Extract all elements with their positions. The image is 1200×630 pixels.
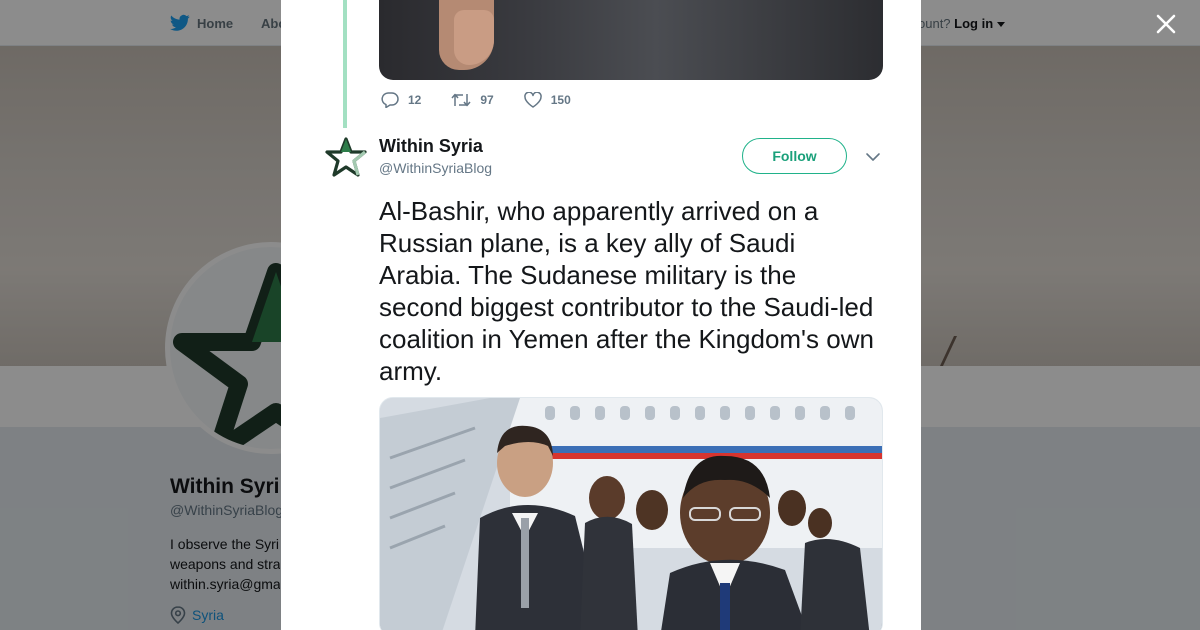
reply-button[interactable]: 12 — [381, 92, 421, 108]
tweet-photo[interactable] — [379, 397, 883, 630]
reply-icon — [381, 92, 399, 108]
previous-tweet-actions: 12 97 150 — [381, 92, 571, 108]
photo-illustration — [380, 398, 882, 630]
tweet-author-avatar[interactable] — [324, 135, 368, 179]
close-button[interactable] — [1152, 10, 1180, 38]
tweet-text: Al-Bashir, who apparently arrived on a R… — [379, 196, 874, 386]
retweet-count: 97 — [480, 93, 494, 107]
tweet-options-button[interactable] — [865, 149, 881, 165]
retweet-button[interactable]: 97 — [451, 92, 494, 108]
like-icon — [523, 92, 542, 108]
like-count: 150 — [550, 93, 571, 107]
close-icon — [1156, 14, 1176, 34]
reply-count: 12 — [408, 93, 422, 107]
tweet-author-name[interactable]: Within Syria — [379, 136, 483, 157]
thread-connector-line — [343, 0, 347, 128]
follow-button[interactable]: Follow — [742, 138, 847, 174]
tweet-author-handle[interactable]: @WithinSyriaBlog — [379, 160, 492, 176]
star-avatar-icon — [325, 137, 367, 177]
previous-tweet-photo[interactable] — [379, 0, 883, 80]
chevron-down-icon — [866, 153, 880, 161]
retweet-icon — [451, 93, 471, 107]
like-button[interactable]: 150 — [523, 92, 571, 108]
tweet-thread-modal: 12 97 150 Within Syria @WithinSyriaBlog … — [281, 0, 921, 630]
